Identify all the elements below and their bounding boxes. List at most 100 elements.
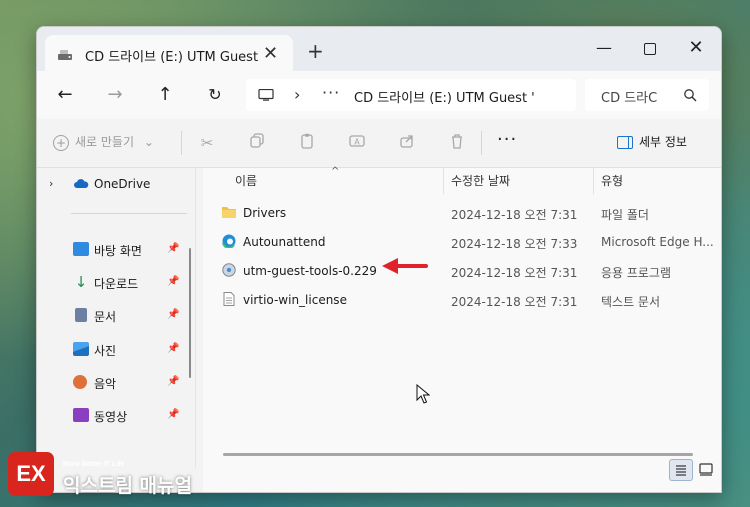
new-tab-button[interactable]: +: [307, 39, 324, 63]
command-bar: + 새로 만들기 ⌄ ✂ A ··· 세부 정보: [37, 119, 721, 168]
file-type: 응용 프로그램: [601, 266, 672, 280]
file-name: utm-guest-tools-0.229: [243, 264, 377, 278]
more-options-button[interactable]: ···: [497, 129, 517, 150]
picture-icon: [73, 342, 89, 356]
minimize-button[interactable]: —: [581, 33, 627, 63]
share-icon[interactable]: [397, 133, 417, 153]
details-pane-button[interactable]: 세부 정보: [617, 133, 687, 150]
svg-text:A: A: [354, 138, 360, 147]
back-button[interactable]: ←: [51, 81, 79, 109]
drive-icon: [58, 50, 72, 60]
file-row[interactable]: Autounattend 2024-12-18 오전 7:33 Microsof…: [203, 227, 721, 256]
sidebar-item-label: 바탕 화면: [94, 244, 142, 258]
sidebar-item-videos[interactable]: 동영상 📌: [37, 401, 187, 429]
watermark-tagline: More Better IT Life: [63, 461, 125, 468]
navigation-pane: › OneDrive 바탕 화면 📌 ↓ 다운로드 📌 문서 📌 사진 📌 음악…: [37, 168, 191, 492]
up-button[interactable]: ↑: [151, 81, 179, 109]
file-date: 2024-12-18 오전 7:33: [451, 237, 578, 251]
maximize-icon: [644, 42, 656, 55]
tab-close-icon[interactable]: ✕: [263, 43, 278, 64]
pane-splitter[interactable]: [195, 168, 196, 468]
sidebar-item-label: 문서: [94, 310, 117, 324]
file-name: Drivers: [243, 206, 287, 220]
new-button-label: 새로 만들기: [75, 135, 135, 149]
tab-title: CD 드라이브 (E:) UTM Guest: [85, 50, 259, 65]
sidebar-item-downloads[interactable]: ↓ 다운로드 📌: [37, 268, 187, 296]
sort-ascending-icon: ^: [331, 166, 340, 177]
breadcrumb-overflow[interactable]: ···: [322, 83, 340, 102]
breadcrumb-separator[interactable]: ›: [294, 85, 300, 104]
details-view-button[interactable]: [669, 459, 693, 481]
search-input[interactable]: CD 드라C: [601, 87, 657, 106]
plus-icon: +: [53, 134, 69, 151]
watermark: EX More Better IT Life 익스트림 매뉴얼: [8, 452, 218, 502]
sidebar-item-label: 동영상: [94, 410, 128, 424]
installer-icon: [222, 263, 236, 277]
text-file-icon: [223, 292, 235, 306]
new-button[interactable]: + 새로 만들기 ⌄: [53, 133, 154, 151]
file-row[interactable]: utm-guest-tools-0.229 2024-12-18 오전 7:31…: [203, 256, 721, 285]
pin-icon: 📌: [167, 309, 180, 320]
column-divider[interactable]: [443, 168, 444, 194]
pin-icon: 📌: [167, 276, 180, 287]
file-type: 텍스트 문서: [601, 295, 661, 309]
music-icon: [73, 375, 87, 389]
maximize-button[interactable]: [627, 33, 673, 63]
file-type: Microsoft Edge H...: [601, 235, 714, 249]
watermark-name: 익스트림 매뉴얼: [63, 475, 192, 497]
title-bar: CD 드라이브 (E:) UTM Guest ✕ + — ✕: [37, 27, 721, 77]
mouse-cursor-icon: [416, 384, 430, 404]
delete-icon[interactable]: [447, 133, 467, 153]
sidebar-item-desktop[interactable]: 바탕 화면 📌: [37, 235, 187, 263]
video-icon: [73, 408, 89, 422]
file-date: 2024-12-18 오전 7:31: [451, 266, 578, 280]
this-pc-icon: [258, 89, 274, 101]
rename-icon[interactable]: A: [347, 133, 367, 153]
sidebar-item-onedrive[interactable]: › OneDrive: [37, 170, 187, 198]
column-divider[interactable]: [593, 168, 594, 194]
search-box[interactable]: CD 드라C: [585, 79, 709, 111]
copy-icon[interactable]: [247, 133, 267, 153]
address-bar[interactable]: › ··· CD 드라이브 (E:) UTM Guest ': [246, 79, 576, 111]
file-name: Autounattend: [243, 235, 326, 249]
file-name: virtio-win_license: [243, 293, 347, 307]
close-window-button[interactable]: ✕: [673, 33, 719, 63]
tiles-view-icon: [699, 463, 713, 476]
tiles-view-button[interactable]: [695, 459, 717, 479]
file-list: 이름 ^ 수정한 날짜 유형 Drivers 2024-12-18 오전 7:3…: [203, 166, 721, 492]
paste-icon[interactable]: [297, 133, 317, 153]
pin-icon: 📌: [167, 409, 180, 420]
sidebar-item-pictures[interactable]: 사진 📌: [37, 335, 187, 363]
edge-icon: [222, 234, 236, 248]
forward-button[interactable]: →: [101, 81, 129, 109]
sidebar-item-label: 사진: [94, 344, 117, 358]
refresh-button[interactable]: ↻: [201, 81, 229, 109]
toolbar-divider: [481, 131, 482, 155]
sidebar-item-documents[interactable]: 문서 📌: [37, 301, 187, 329]
breadcrumb-current[interactable]: CD 드라이브 (E:) UTM Guest ': [354, 87, 535, 106]
sidebar-item-label: OneDrive: [94, 177, 151, 191]
download-icon: ↓: [74, 273, 88, 291]
toolbar-divider: [181, 131, 182, 155]
address-bar-row: ← → ↑ ↻ › ··· CD 드라이브 (E:) UTM Guest ' C…: [37, 71, 721, 119]
file-date: 2024-12-18 오전 7:31: [451, 208, 578, 222]
file-row[interactable]: virtio-win_license 2024-12-18 오전 7:31 텍스…: [203, 285, 721, 314]
file-explorer-window: CD 드라이브 (E:) UTM Guest ✕ + — ✕ ← → ↑ ↻ ›…: [36, 26, 722, 493]
file-row[interactable]: Drivers 2024-12-18 오전 7:31 파일 폴더: [203, 198, 721, 227]
nav-divider: [71, 213, 187, 214]
search-icon: [684, 89, 697, 102]
sidebar-item-music[interactable]: 음악 📌: [37, 368, 187, 396]
details-pane-icon: [617, 136, 633, 149]
column-header-type[interactable]: 유형: [601, 172, 623, 196]
horizontal-scrollbar[interactable]: [223, 453, 693, 456]
details-pane-label: 세부 정보: [639, 135, 687, 149]
file-type: 파일 폴더: [601, 208, 649, 222]
column-header-name[interactable]: 이름: [235, 172, 257, 196]
annotation-arrow-icon: [382, 258, 428, 274]
nav-scrollbar[interactable]: [189, 248, 191, 378]
chevron-right-icon[interactable]: ›: [49, 177, 53, 190]
pin-icon: 📌: [167, 243, 180, 254]
column-header-date[interactable]: 수정한 날짜: [451, 172, 510, 196]
cut-icon[interactable]: ✂: [197, 133, 217, 153]
sidebar-item-label: 다운로드: [94, 277, 139, 291]
